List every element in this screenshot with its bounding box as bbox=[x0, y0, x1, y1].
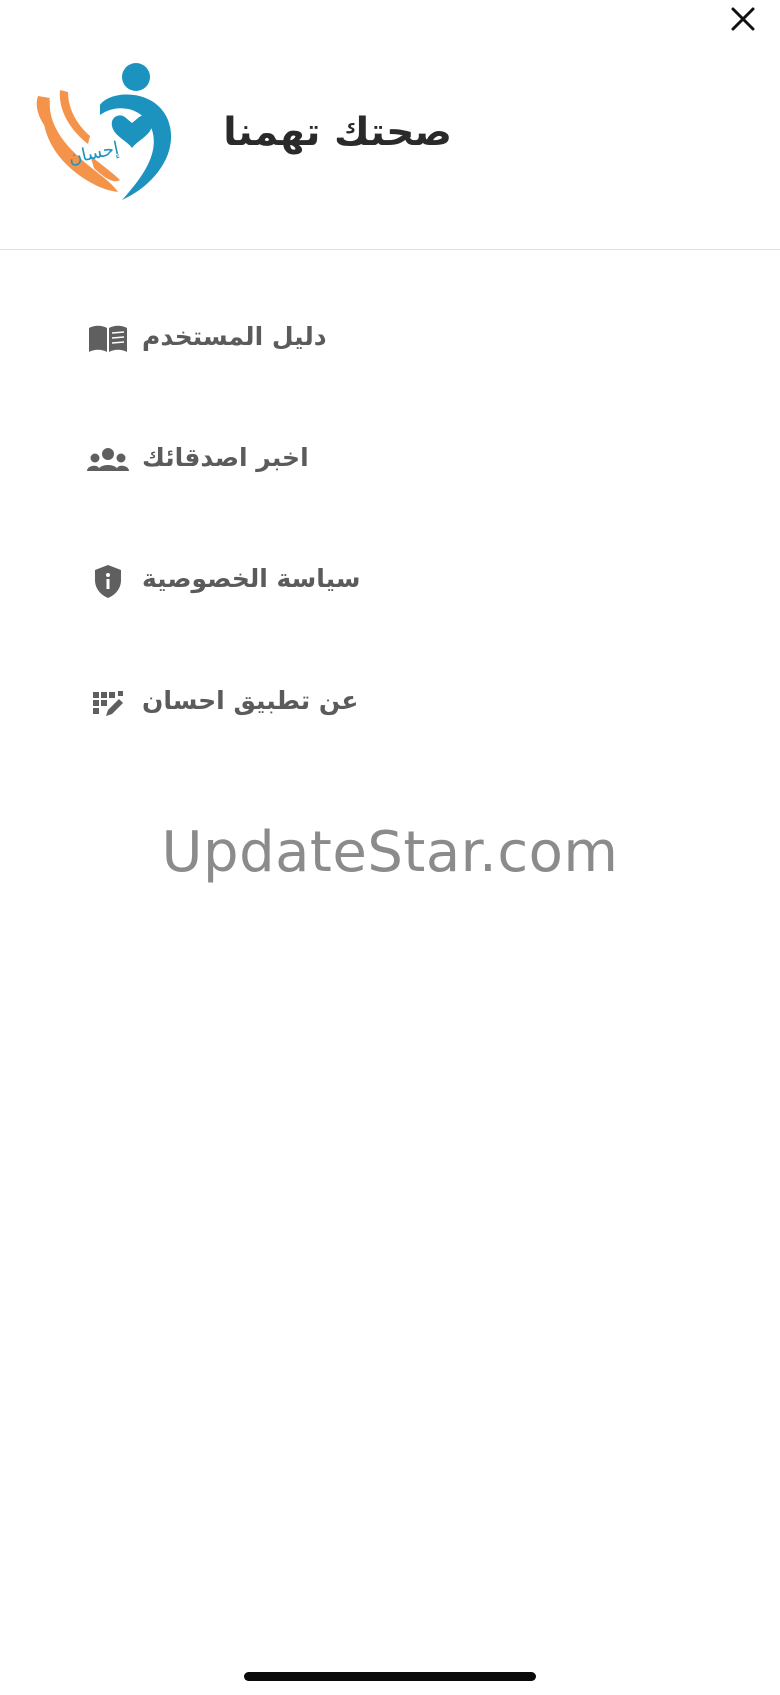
menu-item-user-guide[interactable]: دليل المستخدم bbox=[86, 310, 486, 370]
shield-info-icon bbox=[86, 564, 130, 600]
menu-item-label: سياسة الخصوصية bbox=[142, 564, 361, 593]
menu-item-privacy-policy[interactable]: سياسة الخصوصية bbox=[86, 552, 486, 612]
app-logo: إحسان bbox=[30, 60, 180, 210]
people-icon bbox=[86, 443, 130, 479]
menu-item-label: اخبر اصدقائك bbox=[142, 443, 309, 472]
app-title: صحتك تهمنا bbox=[223, 110, 452, 155]
book-icon bbox=[86, 322, 130, 358]
watermark-text: UpdateStar.com bbox=[161, 820, 619, 885]
menu-item-label: عن تطبيق احسان bbox=[142, 686, 359, 715]
menu-item-tell-friends[interactable]: اخبر اصدقائك bbox=[86, 431, 486, 491]
menu-item-about-app[interactable]: عن تطبيق احسان bbox=[86, 674, 486, 734]
drawer-header: إحسان صحتك تهمنا bbox=[0, 0, 780, 250]
menu-item-label: دليل المستخدم bbox=[142, 322, 327, 351]
grid-edit-icon bbox=[86, 686, 130, 722]
home-indicator[interactable] bbox=[244, 1672, 536, 1681]
